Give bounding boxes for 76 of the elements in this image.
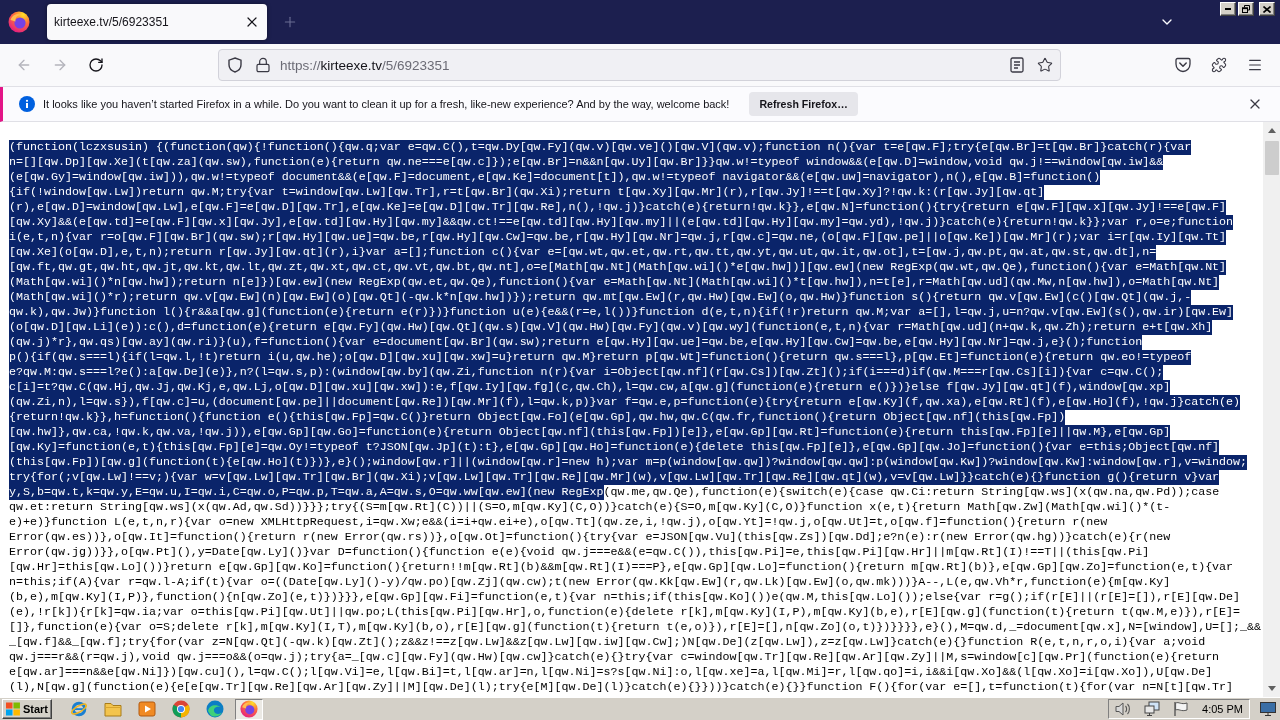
selected-code-text: (qw.Zi,n),l=qw.s}),f[qw.c]=u,(document[qw.pe]||document[qw.Re])[qw.Mr](f),l=qw.k,p)}var f=qw.e,p=function(e){try{return e[qw.Ky](f,qw.xa),e[qw.Rt](f),e[qw.Ho](f),!qw.j}catch(e) <box>9 395 1241 410</box>
scrollbar-thumb[interactable] <box>1264 141 1279 175</box>
minimize-icon <box>1225 8 1231 10</box>
caret-down-icon[interactable] <box>1267 686 1276 691</box>
code-text: qw.j===r&&(r=qw.j),void qw.j===o&&(o=qw.j);try{a=_[qw.c][qw.Fy](qw.Hw)[qw.cw]}catch(e){}try{var c=window[qw.Tr][qw.Re][qw.Ar][qw.Zy]||M,s=window[c][qw.Pr](function(e){return <box>9 650 1220 665</box>
caret-up-icon[interactable] <box>1267 128 1276 133</box>
document-lines-icon[interactable] <box>1009 57 1025 73</box>
selected-code-text: (Math[qw.wi]()*r);return qw.v[qw.Ew](n)[qw.Ew](o)[qw.Qt](-qw.k*n[qw.hw])});return qw.mt[qw.Ew](r,qw.Hw)[qw.Ew](o,qw.Hw)}function s(){return qw.v[qw.Ew](c()[qw.Qt](qw.j,- <box>9 290 1192 305</box>
selected-code-text: n=[][qw.Dp][qw.Xe](t[qw.za](qw.sw),function(e){return qw.ne===e[qw.c]});e[qw.Br]=n&&n[qw.Uy][qw.Br]}}qw.w!=typeof window&&(e[qw.D]=window,void qw.j!==window[qw.iw]&& <box>9 155 1164 170</box>
url-text: https://kirteexe.tv/5/6923351 <box>280 57 450 73</box>
notification-message: It looks like you haven’t started Firefox in a while. Do you want to clean it up for a fresh, like-new experience? And by the way, welcome back! <box>43 98 730 110</box>
selected-code-text: y,S,b=qw.t,k=qw.y,E=qw.u,I=qw.i,C=qw.o,P=qw.p,T=qw.a,A=qw.s,O=qw.ww[qw.ew](new RegExp <box>9 485 604 500</box>
selected-code-text: qw.k),qw.Jw)}function l(){r&&a[qw.g](function(e){return e(r)})}function u(e){e&&(r=e,l())}function d(e,t,n){if(!r)return qw.M;var a=[],l=qw.j,u=n?qw.v[qw.Ew](s(),qw.ir)[qw.Ew] <box>9 305 1234 320</box>
reload-icon[interactable] <box>88 57 104 73</box>
code-text: n=this;if(A){var r=qw.l-A;if(t){var o=((Date[qw.Ly]()-y)/qw.po)[qw.Zj](qw.cw);t(new Error(qw.Kk[qw.Ew](r,qw.Lk)[qw.Ew](o,qw.mk)))}A--,L(e,qw.Vh*r,function(e){m[qw.Ky] <box>9 575 1171 590</box>
code-text: Error(qw.jg))}},o[qw.Pt](),y=Date[qw.Ly]()}var D=function(){function e(e){void qw.j===e&&(e=qw.C()),this[qw.Pi]=e,this[qw.Pi][qw.Hr]||m[qw.Rt](I)!==T||(this[qw.Pi] <box>9 545 1150 560</box>
code-text: e)+e)}function L(e,t,n,r){var o=new XMLHttpRequest,i=qw.Xw;e&&(i=i+qw.ei+e),o[qw.Tt](qw.ze,i,!qw.j),o[qw.Yt]=!qw.j,o[qw.Ut]=t,o[qw.f]=function(){return r(new <box>9 515 1108 530</box>
code-text: qw.et:return String[qw.ws](x(qw.Ad,qw.Sd))}}};try{(S=m[qw.Rt](C))||(S=O,m[qw.Ky](C,O))}catch(e){S=O,m[qw.Ky](C,O)}function x(e,t){return Math[qw.Zw](Math[qw.wi]()*(t- <box>9 500 1171 515</box>
selected-code-text: (r),e[qw.D]=window[qw.Lw],e[qw.F]=e[qw.D][qw.Tr],e[qw.Ke]=e[qw.D][qw.Tr][qw.Re],n(),!qw.j)}catch(e){return!qw.k}},e[qw.N]=function(){try{return e[qw.F][qw.x][qw.Jy]!==e[qw.F] <box>9 200 1227 215</box>
restore-icon <box>1242 5 1250 13</box>
network-icon[interactable] <box>1144 701 1161 717</box>
desktop-icon[interactable] <box>1260 702 1276 716</box>
close-icon <box>1263 5 1271 13</box>
browser-logo-icon[interactable] <box>240 700 258 718</box>
code-text: []},function(e){var o=S;delete r[k],m[qw.Ky](I,T),m[qw.Ky](b,o),r[E][qw.g](function(t){return t(e,o)}),r[E]=[],n[qw.Zo](o,t)})}}}},e}(),M=qw.d,_=document[qw.x],N=[window],U=[];_&& <box>9 620 1262 635</box>
selected-code-text: [qw.Xe](o[qw.D],e,t,n);return r[qw.Jy][qw.qt](r),i}var a=[];function c(){var e=[qw.wt,qw.et,qw.rt,qw.tt,qw.yt,qw.ut,qw.it,qw.ot],t=[qw.j,qw.pt,qw.at,qw.st,qw.dt],n= <box>9 245 1157 260</box>
menu-icon[interactable] <box>1247 57 1263 73</box>
start-button[interactable]: Start <box>2 699 52 719</box>
selected-code-text: (Math[qw.wi]()*n[qw.hw]);return n[e]})[qw.ew](new RegExp(qw.et,qw.Qe),function(){var e=Math[qw.Nt](Math[qw.wi]()*t[qw.hw]),n=t[e],r=Math[qw.ud](qw.Mw,n[qw.hw]),o=Math[qw.Nt] <box>9 275 1220 290</box>
taskbar-button[interactable] <box>235 698 263 720</box>
pane-flag-icon <box>6 702 20 716</box>
scrollbar-track[interactable] <box>1263 122 1280 697</box>
code-text: _[qw.f]&&_[qw.f];try{for(var z=N[qw.Qt](-qw.k)[qw.Zt]();z&&z!==z[qw.Lw]&&z[qw.Lw][qw.iw][qw.Cw];)N[qw.De](z[qw.Lw]),z=z[qw.Lw]}catch(e){}function R(e,t,n,r,o,i){var a;void <box>9 635 1206 650</box>
refresh-button[interactable]: Refresh Firefox… <box>749 92 858 116</box>
browser-tab[interactable]: kirteexe.tv/5/6923351 <box>47 4 267 40</box>
selected-code-text: (qw.j)*r},qw.qs)[qw.ay](qw.ri)}(u),f=function(){var e=document[qw.Br](qw.sw);return e[qw.Hy][qw.ue]=qw.be,e[qw.Hy][qw.Cw]=qw.be,e[qw.Hy][qw.Nr]=qw.j,e}();function <box>9 335 1143 350</box>
clock[interactable]: 4:05 PM <box>1202 703 1243 715</box>
puzzle-icon[interactable] <box>1211 57 1227 73</box>
code-text: Error(qw.es))},o[qw.It]=function(){return r(new Error(qw.rs))},o[qw.Ot]=function(){try{var e=JSON[qw.Vu](this[qw.Zs])[qw.Dd];e?n(e):r(new Error(qw.hg))}catch(e){r(new <box>9 530 1171 545</box>
globe-orbit-icon[interactable] <box>70 700 88 718</box>
selected-code-text: (function(lczxsusin) {(function(qw){!function(){qw.q;var e=qw.C(),t=qw.Dy[qw.Fy](qw.v)[qw.ve]()[qw.V](qw.v);function n(){var t=e[qw.F];try{e[qw.Br]=t[qw.Br]}catch(r){var <box>9 140 1192 155</box>
browser-icon[interactable] <box>172 700 190 718</box>
selected-code-text: e?qw.M:qw.s===l?e():a[qw.De](e)},n?(l=qw.s,p):(window[qw.by](qw.Zi,function n(r){var i=Object[qw.nf](r[qw.Cs])[qw.Zt]();if(i===d)if(qw.M===r[qw.Cs][i]){var c=qw.C(); <box>9 365 1164 380</box>
code-text: (l),N[qw.g](function(e){e[e[qw.Tr][qw.Re][qw.Ar][qw.Zy]||M][qw.De](l);try{e[M][qw.De](l)}catch(e){}}))}catch(e){}}function F(){for(var e=[],t=function(t){for(var n=N[t][qw.Tr] <box>9 680 1234 695</box>
code-text: e[qw.ar]===n&&e[qw.Ni]})[qw.cu](),l=qw.C();l[qw.Vi]=e,l[qw.Bi]=t,l[qw.ar]=n,l[qw.Ni]=s?s[qw.Ni]:o,l[qw.xe]=a,l[qw.Mi]=r,l[qw.qo]=i,i&&i[qw.Xo]&&(l[qw.Xo]=i[qw.Xo]),U[qw.De] <box>9 665 1213 680</box>
code-text: (b,e),m[qw.Ky](I,P)},function(){n[qw.Zo](e,t)})}}},e[qw.Gp][qw.Fi]=function(e,t){var n=this;if(this[qw.Ko]())e(qw.M,this[qw.Lo]());else{var r=g();if(r[E]||(r[E]=[]),r[E][qw.De] <box>9 590 1241 605</box>
code-text: (qw.me,qw.Qe),function(e){switch(e){case qw.Ci:return String[qw.ws](x(qw.na,qw.Pd));case <box>603 485 1220 500</box>
selected-code-text: (e[qw.Gy]=window[qw.iw])),qw.w!=typeof document&&(e[qw.F]=document,e[qw.Ke]=document[t]),qw.w!=typeof navigator&&(e[qw.uw]=navigator),n(),e[qw.B]=function() <box>9 170 1101 185</box>
star-icon[interactable] <box>1037 57 1053 73</box>
lock-icon[interactable] <box>255 57 271 73</box>
restore-button[interactable] <box>1238 2 1254 16</box>
selected-code-text: i(e,t,n){var r=o[qw.F][qw.Br](qw.sw);r[qw.Hy][qw.ue]=qw.be,r[qw.Hy][qw.Cw]=qw.be,r[qw.Hy][qw.Nr]=qw.j,r[qw.c]=qw.ne,(o[qw.F][qw.pe]||o[qw.Ke])[qw.Mr](r);var i=r[qw.Iy][qw.Tt] <box>9 230 1227 245</box>
selected-code-text: {return!qw.k}},h=function(){function e(){this[qw.Fp]=qw.C()}return Object[qw.Fo](e[qw.Gp],qw.hw,qw.C(qw.fr,function(){return Object[qw.nf](this[qw.Fp]) <box>9 410 1066 425</box>
selected-code-text: [qw.Ky]=function(e,t){this[qw.Fp][e]=qw.Oy!=typeof t?JSON[qw.Jp](t):t},e[qw.Gp][qw.Ho]=function(e){delete this[qw.Fp][e]},e[qw.Gp][qw.Jo]=function(){var e=this;Object[qw.nf] <box>9 440 1220 455</box>
browser-logo-icon[interactable] <box>8 11 30 33</box>
wave-browser-icon[interactable] <box>206 700 224 718</box>
address-bar[interactable]: https://kirteexe.tv/5/6923351 <box>218 49 1061 81</box>
selected-code-text: p(){if(qw.s===l){if(l=qw.l,!t)return i(u,qw.he);o[qw.D][qw.xu][qw.xw]=u}return qw.M}return p[qw.Wt]=function(){return qw.s===l},p[qw.Et]=function(e){return qw.eo!=typeof <box>9 350 1192 365</box>
code-text: [qw.Hr]=this[qw.Lo]())}return e[qw.Gp][qw.Ko]=function(){return!!m[qw.Rt](b)&&m[qw.Rt](I)===P},e[qw.Gp][qw.Lo]=function(){return m[qw.Rt](b)},e[qw.Gp][qw.Zo]=function(e,t){var <box>9 560 1234 575</box>
close-button[interactable] <box>1259 2 1275 16</box>
selected-code-text: {if(!window[qw.Lw])return qw.M;try{var t=window[qw.Lw][qw.Tr],r=t[qw.Br](qw.Xi);return t[qw.Xy][qw.Mr](r),r[qw.Jy]!==t[qw.Xy]?!qw.k:(r[qw.Jy][qw.qt] <box>9 185 1045 200</box>
selected-code-text: [qw.hw]},qw.ca,!qw.k,qw.va,!qw.j)),e[qw.Gp][qw.Go]=function(e){return Object[qw.nf](this[qw.Fp])[e]},e[qw.Gp][qw.Rt]=function(e){return this[qw.Fp][e]||qw.M},e[qw.Gp] <box>9 425 1171 440</box>
selected-code-text: [qw.ft,qw.gt,qw.ht,qw.jt,qw.kt,qw.lt,qw.zt,qw.xt,qw.ct,qw.vt,qw.bt,qw.nt],o=e[Math[qw.Nt](Math[qw.wi]()*e[qw.hw])][qw.ew](new RegExp(qw.wt,qw.Qe),function(){var e=Math[qw.Nt] <box>9 260 1227 275</box>
minimize-button[interactable] <box>1220 2 1236 16</box>
media-player-icon[interactable] <box>138 701 156 717</box>
flag-icon[interactable] <box>1173 701 1190 717</box>
speaker-icon[interactable] <box>1115 701 1132 717</box>
selected-code-text: try{for(;v[qw.Lw]!==v;){var w=v[qw.Lw][qw.Tr][qw.Br](qw.Xi);v[qw.Lw][qw.Tr][qw.Re][qw.Mr](w),v[qw.Lw][qw.Tr][qw.Re][qw.qt](w),v=v[qw.Lw]}}catch(e){}function g(){return v}var <box>9 470 1220 485</box>
pouch-icon[interactable] <box>1175 57 1191 73</box>
info-icon <box>19 96 35 112</box>
selected-code-text: c[i]=t?qw.C(qw.Hj,qw.Jj,qw.Kj,e,qw.Lj,o[qw.D][qw.xu][qw.xw]):e,f[qw.Iy][qw.fg](c,qw.Ch),l=qw.cw,a[qw.g](function(e){return e()})}else f[qw.Jy][qw.qt](f),window[qw.xp] <box>9 380 1171 395</box>
selected-code-text: (this[qw.Fp])[qw.g](function(t){e[qw.Ho](t)})},e}();window[qw.r]||(window[qw.r]=new h);var m=p(window[qw.qw])?window[qw.qw]:p(window[qw.Kw])?window[qw.Kw]:window[qw.r],v=window; <box>9 455 1248 470</box>
code-text: (e),!r[k]){r[k]=qw.ia;var o=this[qw.Pi][qw.Ut]||qw.po;L(this[qw.Pi][qw.Hr],o,function(e){delete r[k],m[qw.Ky](I,P),m[qw.Ky](b,e),r[E][qw.g](function(t){return t(qw.M,e)}),r[E]= <box>9 605 1241 620</box>
shield-icon[interactable] <box>227 57 243 73</box>
selected-code-text: (o[qw.D][qw.Li](e)):c(),d=function(e){return e[qw.Fy](qw.Hw)[qw.Qt](qw.s)[qw.V](qw.Hw)[qw.Fy](qw.v)[qw.wy](function(e,t,n){var r=Math[qw.ud](n+qw.k,qw.Zh);return e+t[qw.Xh] <box>9 320 1213 335</box>
selected-code-text: [qw.Xy]&&(e[qw.td]=e[qw.F][qw.x][qw.Jy],e[qw.td][qw.Hy][qw.my]&&qw.ct!==e[qw.td][qw.Hy][qw.my]||(e[qw.td][qw.Hy][qw.my]=qw.yd),!qw.j)}catch(e){return!qw.k}};var r,o=e;function <box>9 215 1234 230</box>
